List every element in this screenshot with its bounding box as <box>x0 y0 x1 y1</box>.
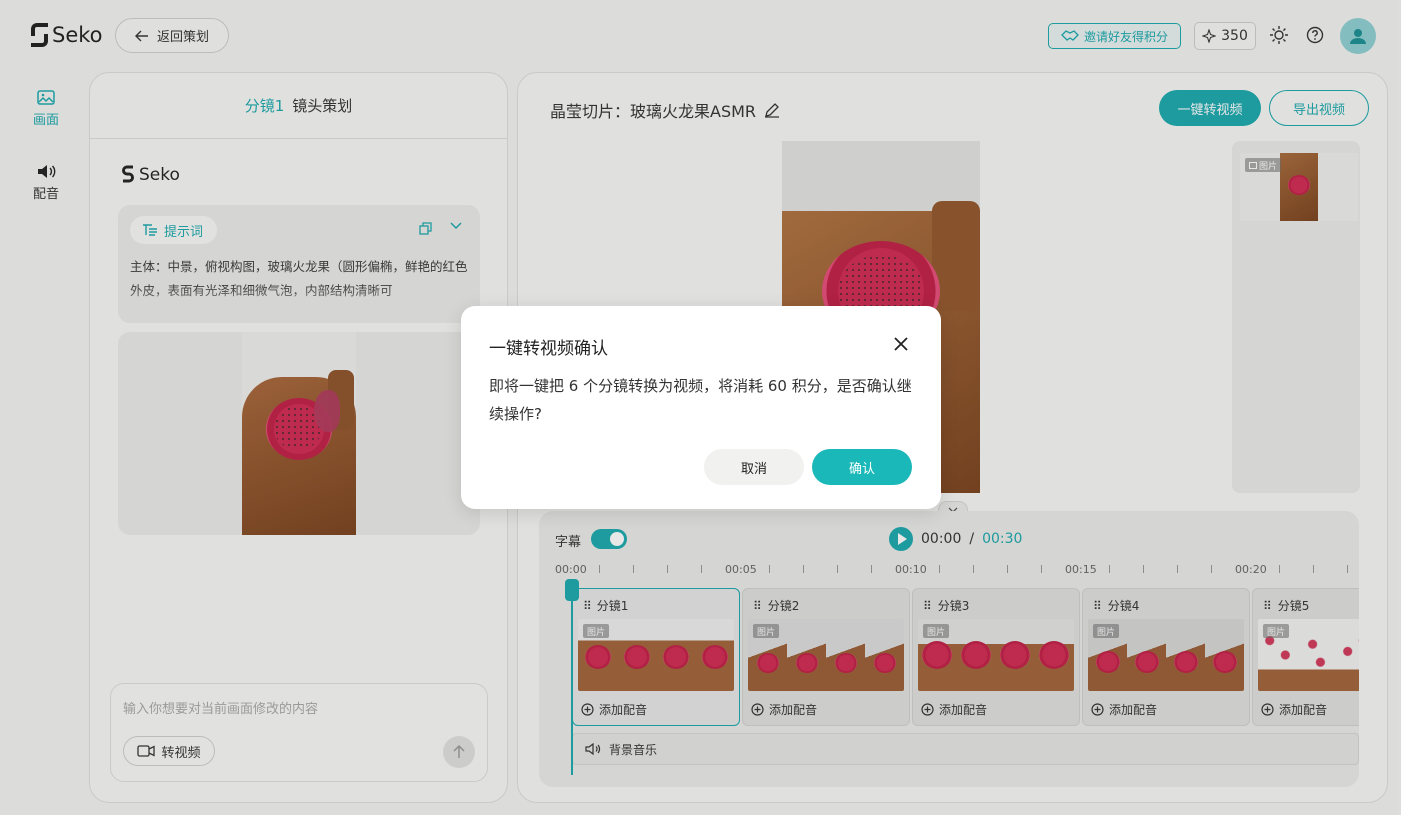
dialog-title: 一键转视频确认 <box>489 339 608 359</box>
cancel-button[interactable]: 取消 <box>704 449 804 485</box>
close-icon[interactable] <box>893 336 909 352</box>
dialog-body: 即将一键把 6 个分镜转换为视频，将消耗 60 积分，是否确认继续操作? <box>489 377 912 423</box>
confirm-dialog: 一键转视频确认 即将一键把 6 个分镜转换为视频，将消耗 60 积分，是否确认继… <box>461 306 941 509</box>
confirm-button[interactable]: 确认 <box>812 449 912 485</box>
